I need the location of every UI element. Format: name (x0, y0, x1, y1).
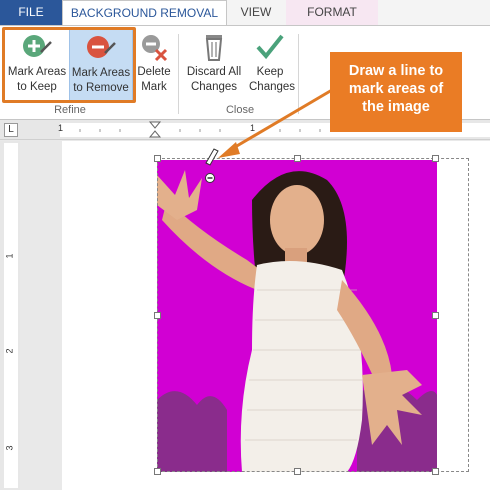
tab-selector[interactable]: L (4, 123, 18, 137)
resize-handle[interactable] (294, 468, 301, 475)
callout-line3: the image (362, 99, 430, 115)
ruler-strip (4, 143, 18, 488)
tab-background-removal[interactable]: BACKGROUND REMOVAL (62, 0, 227, 26)
group-label-refine: Refine (54, 104, 86, 116)
tab-view[interactable]: VIEW (227, 0, 285, 25)
delete-mark-button[interactable]: Delete Mark (135, 32, 173, 95)
refine-highlight-box (2, 27, 136, 103)
resize-handle[interactable] (154, 155, 161, 162)
vertical-ruler[interactable]: 1 2 3 (0, 141, 20, 490)
ruler-number: 1 (4, 253, 15, 259)
resize-handle[interactable] (154, 468, 161, 475)
resize-handle[interactable] (432, 155, 439, 162)
ruler-number: 2 (4, 348, 15, 354)
delete-label-line1: Delete (137, 66, 171, 78)
ruler-number: 3 (4, 445, 15, 451)
tab-file[interactable]: FILE (0, 0, 62, 25)
checkmark-icon (256, 34, 284, 60)
selection-border (157, 158, 469, 472)
callout-line1: Draw a line to (348, 63, 444, 79)
delete-mark-icon (142, 35, 168, 62)
resize-handle[interactable] (432, 468, 439, 475)
delete-label-line2: Mark (141, 81, 167, 93)
instruction-callout: Draw a line to mark areas of the image (330, 52, 462, 132)
callout-line2: mark areas of (348, 81, 444, 97)
resize-handle[interactable] (432, 312, 439, 319)
resize-handle[interactable] (154, 312, 161, 319)
ribbon-tab-bar: FILE BACKGROUND REMOVAL VIEW FORMAT (0, 0, 490, 26)
tab-format[interactable]: FORMAT (286, 0, 378, 25)
callout-arrow-icon (218, 88, 333, 158)
keep-changes-label-line1: Keep (256, 66, 284, 78)
trash-icon (205, 35, 223, 61)
discard-label-line1: Discard All (186, 66, 242, 78)
group-divider (178, 34, 179, 114)
ruler-number: 1 (58, 123, 64, 133)
